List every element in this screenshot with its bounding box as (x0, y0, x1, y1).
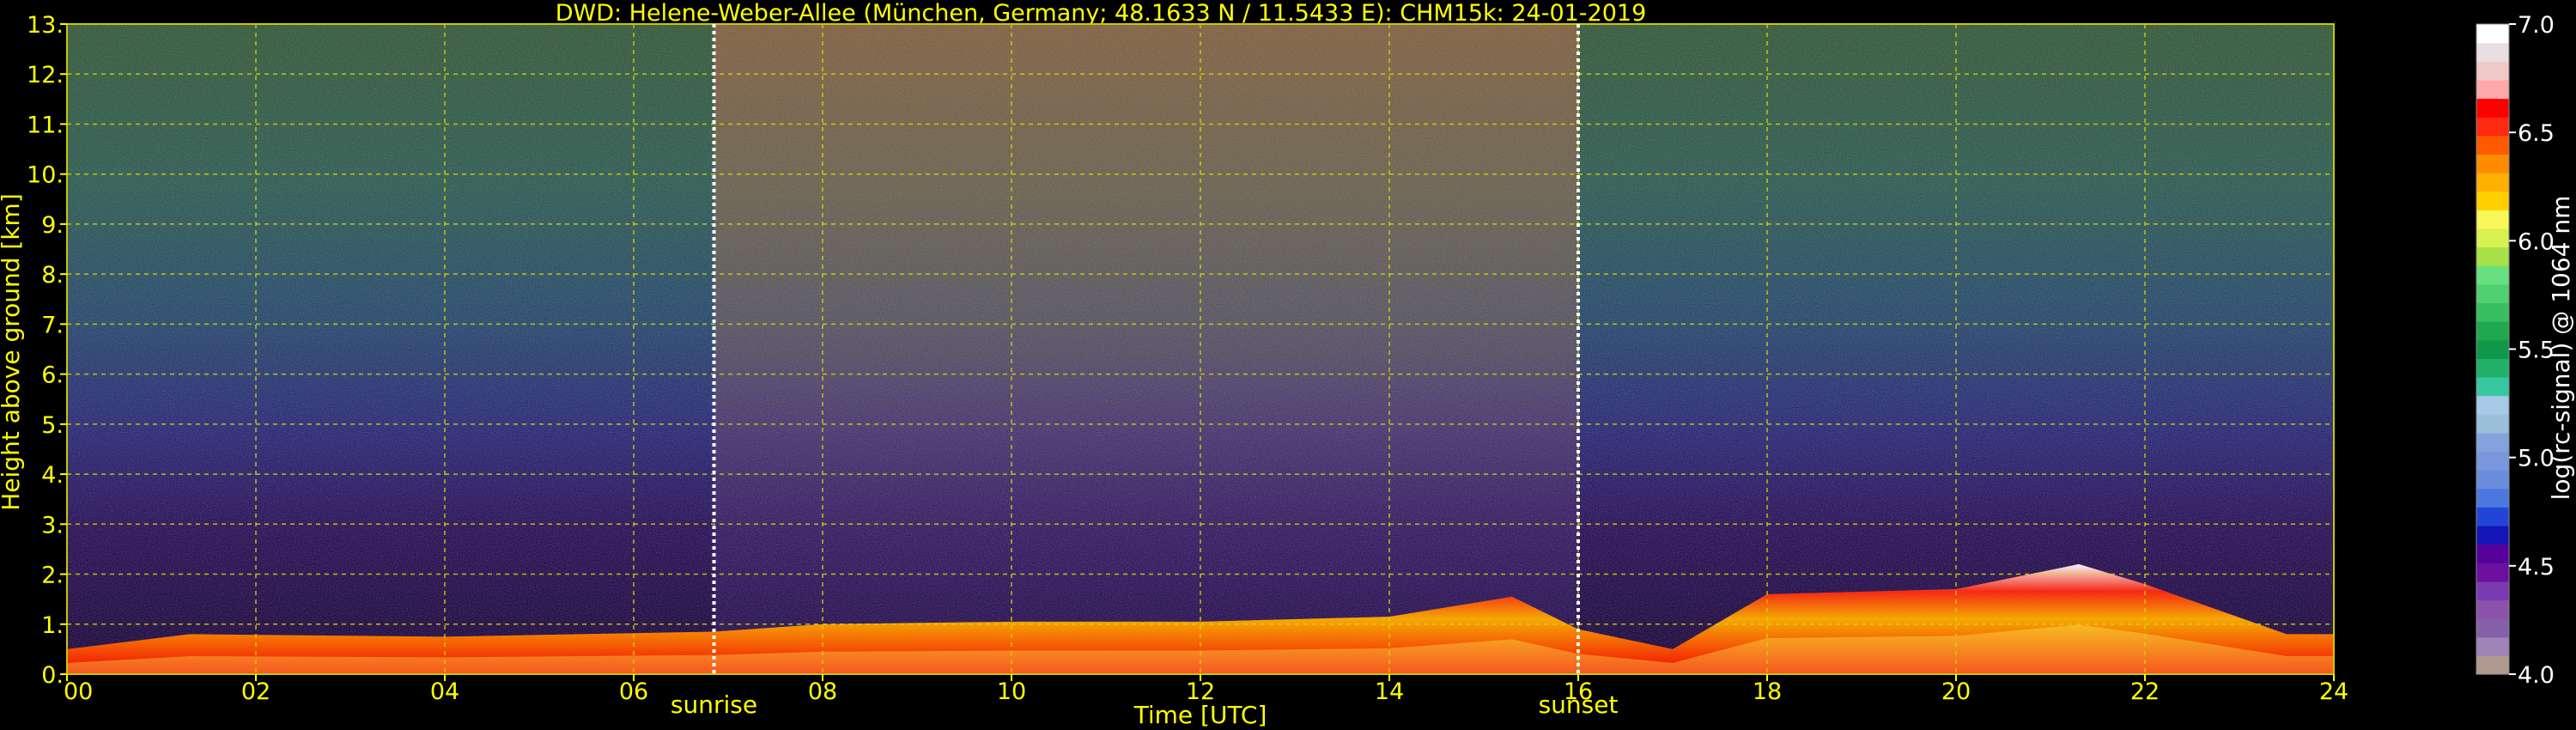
colorbar-segment (2476, 117, 2509, 137)
colorbar-segment (2476, 24, 2509, 44)
y-tick-label: 8. (41, 262, 64, 289)
y-tick-label: 11. (27, 112, 64, 138)
y-tick-label: 3. (41, 512, 64, 538)
colorbar-segment (2476, 42, 2509, 62)
colorbar-segment (2476, 154, 2509, 173)
colorbar-segment (2476, 655, 2509, 675)
y-tick-label: 4. (41, 462, 64, 489)
colorbar-segment (2476, 488, 2509, 508)
colorbar-segment (2476, 358, 2509, 378)
colorbar-segment (2476, 470, 2509, 490)
y-tick-label: 6. (41, 362, 64, 389)
colorbar-segment (2476, 98, 2509, 118)
colorbar-segment (2476, 507, 2509, 526)
x-tick-label: 18 (1753, 678, 1782, 705)
colorbar-segment (2476, 451, 2509, 471)
colorbar-segment (2476, 191, 2509, 210)
y-tick-label: 12. (27, 62, 64, 88)
colorbar-segment (2476, 544, 2509, 563)
y-tick-label: 5. (41, 412, 64, 439)
colorbar-segment (2476, 563, 2509, 582)
colorbar-segment (2476, 321, 2509, 341)
colorbar-segment (2476, 228, 2509, 248)
marker-label-sunrise: sunrise (671, 690, 757, 719)
colorbar-tick-label: 6.5 (2518, 120, 2555, 147)
colorbar-segment (2476, 61, 2509, 81)
x-tick-label: 04 (430, 678, 459, 705)
x-tick-label: 20 (1941, 678, 1971, 705)
ceilometer-chart: DWD: Helene-Weber-Allee (München, German… (0, 0, 2575, 729)
x-tick-label: 14 (1375, 678, 1404, 705)
x-tick-label: 24 (2319, 678, 2348, 705)
x-axis-label: Time [UTC] (1133, 701, 1267, 729)
y-tick-label: 13. (27, 12, 64, 39)
colorbar-segment (2476, 636, 2509, 656)
colorbar-segment (2476, 525, 2509, 545)
colorbar-segment (2476, 173, 2509, 192)
y-tick-label: 10. (27, 162, 64, 189)
colorbar-segment (2476, 395, 2509, 415)
colorbar-segment (2476, 618, 2509, 638)
colorbar-label: log(rc-signal) @ 1064 nm (2547, 196, 2575, 501)
colorbar: 4.04.55.05.56.06.57.0 (2476, 12, 2555, 689)
colorbar-segment (2476, 414, 2509, 434)
colorbar-tick-label: 4.0 (2518, 662, 2555, 689)
x-tick-label: 10 (997, 678, 1026, 705)
colorbar-segment (2476, 302, 2509, 322)
y-tick-label: 0. (41, 662, 64, 689)
y-tick-label: 2. (41, 563, 64, 589)
chart-title: DWD: Helene-Weber-Allee (München, German… (556, 0, 1647, 27)
colorbar-segment (2476, 210, 2509, 229)
y-tick-label: 9. (41, 212, 64, 239)
colorbar-segment (2476, 339, 2509, 359)
x-tick-label: 22 (2130, 678, 2160, 705)
x-tick-label: 06 (619, 678, 648, 705)
x-tick-label: 02 (241, 678, 270, 705)
y-axis-label: Height above ground [km] (0, 193, 25, 511)
colorbar-segment (2476, 283, 2509, 304)
colorbar-segment (2476, 135, 2509, 155)
colorbar-tick-label: 4.5 (2518, 554, 2555, 581)
y-tick-label: 1. (41, 612, 64, 639)
y-tick-label: 7. (41, 312, 64, 338)
colorbar-segment (2476, 581, 2509, 601)
colorbar-segment (2476, 376, 2509, 397)
colorbar-segment (2476, 79, 2509, 100)
y-axis-ticks: 0. 1. 2. 3. 4. 5. 6. 7. 8. 9. 10. 11. 12. 13. (27, 12, 67, 689)
colorbar-segment (2476, 246, 2509, 266)
x-tick-label: 16 (1564, 678, 1593, 705)
colorbar-segment (2476, 432, 2509, 453)
colorbar-segment (2476, 599, 2509, 619)
colorbar-segment (2476, 265, 2509, 285)
x-tick-label: 08 (808, 678, 837, 705)
colorbar-tick-label: 7.0 (2518, 12, 2555, 39)
x-tick-label: 00 (64, 678, 93, 705)
